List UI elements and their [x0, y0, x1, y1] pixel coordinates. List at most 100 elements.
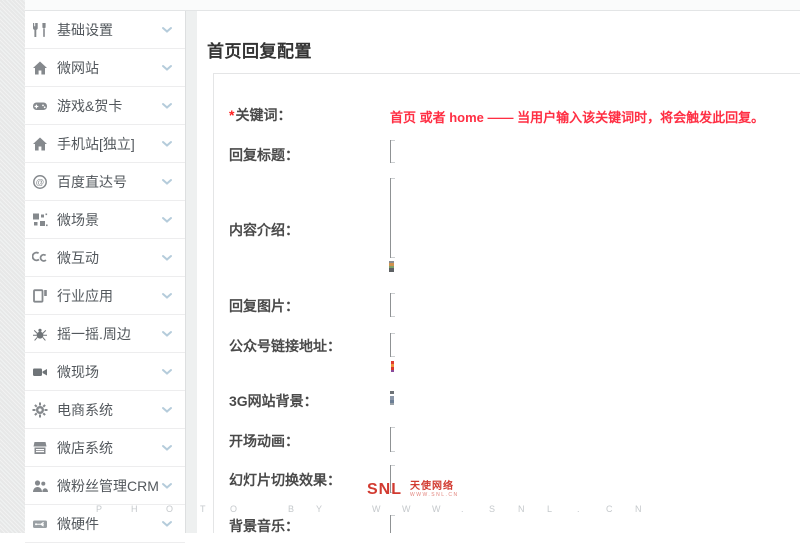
sidebar-item-games-cards[interactable]: 游戏&贺卡 — [25, 87, 185, 125]
content-intro-label: 内容介绍： — [229, 222, 299, 238]
reply-image-input[interactable] — [390, 293, 396, 317]
sidebar-item-label: 百度直达号 — [57, 173, 127, 190]
chevron-down-icon — [161, 211, 173, 229]
watermark-letter: L — [547, 504, 553, 514]
snl-brand-url: WWW.SNL.CN — [410, 492, 459, 498]
quotes-icon — [32, 250, 48, 266]
watermark-letter: W — [432, 504, 441, 514]
at-circle-icon: @ — [32, 174, 48, 190]
watermark-letter: H — [131, 504, 138, 514]
sidebar-item-fans-crm[interactable]: 微粉丝管理CRM — [25, 467, 185, 505]
background-music-input[interactable] — [390, 515, 396, 533]
page-title: 首页回复配置 — [207, 42, 312, 61]
page-left-texture-strip — [0, 0, 25, 533]
sidebar-item-basic-settings[interactable]: 基础设置 — [25, 11, 185, 49]
sidebar-item-micro-live[interactable]: 微现场 — [25, 353, 185, 391]
sidebar-item-label: 微店系统 — [57, 439, 113, 456]
chevron-down-icon — [161, 401, 173, 419]
chevron-down-icon — [161, 21, 173, 39]
spider-icon — [32, 326, 48, 342]
watermark-letter: Y — [316, 504, 323, 514]
sidebar-item-label: 摇一摇.周边 — [57, 325, 131, 342]
sidebar-item-label: 手机站[独立] — [57, 135, 135, 152]
gear-icon — [32, 402, 48, 418]
sidebar-item-label: 微现场 — [57, 363, 99, 380]
watermark-letter: S — [489, 504, 496, 514]
main-content: 首页回复配置 *关键词： 首页 或者 home —— 当用户输入该关键词时，将会… — [197, 11, 800, 533]
reply-image-label: 回复图片： — [229, 298, 299, 314]
tools-icon — [32, 22, 48, 38]
content-intro-textarea[interactable] — [390, 178, 396, 258]
chevron-down-icon — [161, 97, 173, 115]
keyword-label: *关键词： — [229, 107, 292, 123]
sidebar-item-ecommerce[interactable]: 电商系统 — [25, 391, 185, 429]
sidebar-item-micro-store[interactable]: 微店系统 — [25, 429, 185, 467]
broken-content-fragment — [389, 261, 394, 272]
sidebar-item-label: 微场景 — [57, 211, 99, 228]
svg-text:@: @ — [36, 177, 45, 187]
watermark-letter: P — [96, 504, 103, 514]
chevron-down-icon — [161, 363, 173, 381]
watermark-letter: N — [635, 504, 642, 514]
chevron-down-icon — [161, 249, 173, 267]
reply-config-form: *关键词： 首页 或者 home —— 当用户输入该关键词时，将会触发此回复。 … — [213, 73, 800, 533]
watermark-letter: B — [288, 504, 295, 514]
sidebar-item-micro-website[interactable]: 微网站 — [25, 49, 185, 87]
sidebar-content-gap — [186, 11, 197, 533]
sidebar-item-micro-interaction[interactable]: 微互动 — [25, 239, 185, 277]
users-icon — [32, 478, 48, 494]
clipped-red-text-fragment — [391, 361, 394, 372]
sidebar-item-industry-apps[interactable]: 行业应用 — [25, 277, 185, 315]
reply-title-input[interactable] — [390, 140, 396, 163]
snl-brand-cn: 天使网络 — [410, 481, 454, 492]
video-camera-icon — [32, 364, 48, 380]
chevron-down-icon — [161, 59, 173, 77]
keyword-hint: 首页 或者 home —— 当用户输入该关键词时，将会触发此回复。 — [390, 110, 765, 125]
top-header-remnant — [25, 0, 800, 11]
home-icon — [32, 136, 48, 152]
chevron-down-icon — [161, 135, 173, 153]
home-icon — [32, 60, 48, 76]
required-marker: * — [229, 107, 235, 123]
watermark-letter: O — [166, 504, 174, 514]
usb-icon — [32, 516, 48, 532]
background-music-label: 背景音乐： — [229, 518, 299, 533]
watermark-letter: . — [577, 504, 580, 514]
watermark-letter: C — [606, 504, 613, 514]
chevron-down-icon — [161, 173, 173, 191]
official-account-link-input[interactable] — [390, 333, 396, 357]
sidebar-item-label: 微网站 — [57, 59, 99, 76]
sidebar-item-micro-hardware[interactable]: 微硬件 — [25, 505, 185, 543]
opening-animation-input[interactable] — [390, 427, 396, 452]
sidebar-item-label: 微硬件 — [57, 515, 99, 532]
sidebar-item-label: 电商系统 — [57, 401, 113, 418]
sidebar-item-label: 微粉丝管理CRM — [57, 477, 159, 494]
reply-title-label: 回复标题： — [229, 147, 299, 163]
opening-animation-label: 开场动画： — [229, 433, 299, 449]
chevron-down-icon — [161, 325, 173, 343]
snl-brand-text: SNL — [367, 481, 402, 498]
official-account-link-label: 公众号链接地址： — [229, 338, 341, 354]
chevron-down-icon — [161, 477, 173, 495]
sidebar-item-mobile-site[interactable]: 手机站[独立] — [25, 125, 185, 163]
sidebar: 基础设置 微网站 游戏&贺卡 手机站[独立] @ 百度直达号 微场景 微互动 行… — [25, 11, 186, 543]
sidebar-item-micro-scene[interactable]: 微场景 — [25, 201, 185, 239]
snl-watermark-logo: SNL 天使网络 WWW.SNL.CN — [367, 481, 459, 499]
sidebar-item-label: 微互动 — [57, 249, 99, 266]
watermark-letter: . — [461, 504, 464, 514]
chevron-down-icon — [161, 439, 173, 457]
watermark-letter: N — [518, 504, 525, 514]
sidebar-item-label: 基础设置 — [57, 21, 113, 38]
clipped-info-fragment — [390, 391, 394, 405]
tablet-pen-icon — [32, 288, 48, 304]
storefront-icon — [32, 440, 48, 456]
sidebar-item-shake-nearby[interactable]: 摇一摇.周边 — [25, 315, 185, 353]
gamepad-icon — [32, 98, 48, 114]
watermark-letter: T — [200, 504, 206, 514]
chevron-down-icon — [161, 515, 173, 533]
watermark-letter: W — [402, 504, 411, 514]
sidebar-item-label: 游戏&贺卡 — [57, 97, 123, 114]
scattered-squares-icon — [32, 212, 48, 228]
sidebar-item-baidu-zhida[interactable]: @ 百度直达号 — [25, 163, 185, 201]
chevron-down-icon — [161, 287, 173, 305]
